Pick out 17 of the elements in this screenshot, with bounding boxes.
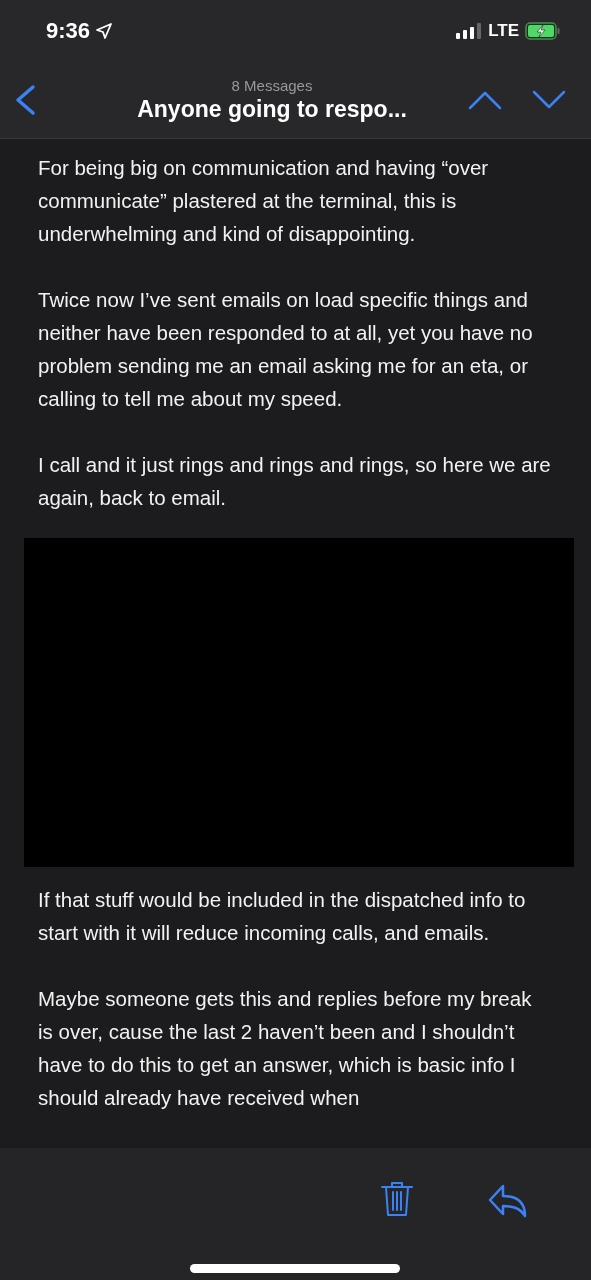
signal-icon [456, 23, 483, 39]
message-count: 8 Messages [231, 77, 313, 94]
trash-icon[interactable] [380, 1180, 414, 1218]
status-time: 9:36 [46, 18, 91, 44]
next-message-icon[interactable] [532, 90, 566, 110]
reply-icon[interactable] [488, 1184, 528, 1218]
email-paragraph: Twice now I’ve sent emails on load specific things and neither have been responded to at all, yet you have no problem sending me an email asking me for an eta, or calling to tell me about my speed. [37, 287, 534, 412]
email-paragraph: If that stuff would be included in the dispatched info to start with it will reduce incoming calls, and emails. [37, 887, 527, 946]
location-arrow-icon [96, 23, 113, 39]
email-subject: Anyone going to respo... [137, 96, 407, 123]
network-type: LTE [488, 21, 519, 41]
previous-message-icon[interactable] [468, 90, 502, 110]
email-paragraph: Maybe someone gets this and replies before my break is over, cause the last 2 haven’t been and I shouldn’t have to do this to get an answer, which is basic info I should already have received when [37, 986, 533, 1111]
battery-charging-icon [525, 22, 561, 40]
email-paragraph: I call and it just rings and rings and rings, so here we are again, back to email. [37, 452, 552, 511]
email-paragraph: For being big on communication and having “over communicate” plastered at the terminal, this is underwhelming and kind of disappointing. [37, 155, 490, 247]
back-icon[interactable] [14, 84, 36, 116]
